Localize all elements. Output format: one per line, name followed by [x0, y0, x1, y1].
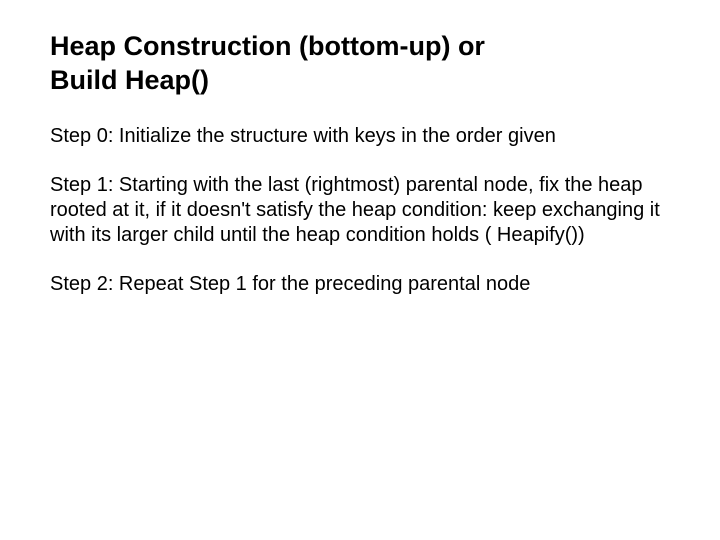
- slide-title: Heap Construction (bottom-up) or Build H…: [50, 30, 678, 98]
- step-1-text: Step 1: Starting with the last (rightmos…: [50, 173, 678, 248]
- step-0-text: Step 0: Initialize the structure with ke…: [50, 124, 678, 149]
- slide-body: Step 0: Initialize the structure with ke…: [50, 124, 678, 297]
- step-2-text: Step 2: Repeat Step 1 for the preceding …: [50, 272, 678, 297]
- title-line-2: Build Heap(): [50, 65, 209, 95]
- slide-content: Heap Construction (bottom-up) or Build H…: [0, 0, 720, 351]
- title-line-1: Heap Construction (bottom-up) or: [50, 31, 485, 61]
